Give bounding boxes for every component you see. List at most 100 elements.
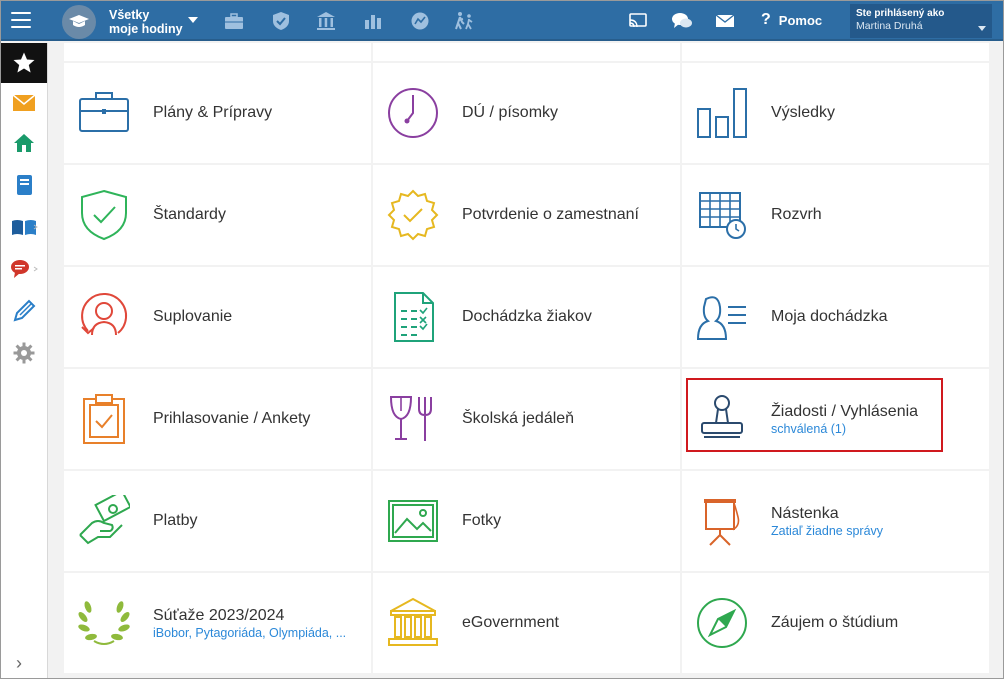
flipchart-icon [704, 499, 740, 546]
sidebar-item-favorites[interactable] [1, 43, 47, 83]
tile-photos[interactable]: Fotky [373, 471, 680, 571]
stamp-icon [701, 395, 743, 438]
tile-subtitle-link[interactable]: schválená (1) [771, 422, 918, 437]
tile-title: Prihlasovanie / Ankety [153, 410, 311, 427]
payment-hand-icon [79, 495, 130, 545]
briefcase-icon [79, 92, 129, 132]
tile-requests[interactable]: Žiadosti / Vyhlásenia schválená (1) [682, 369, 989, 469]
sidebar-item-discussions[interactable] [1, 249, 47, 289]
chat-icon[interactable] [671, 11, 692, 31]
shield-icon[interactable] [271, 11, 291, 31]
briefcase-icon[interactable] [224, 11, 244, 31]
tile-partial [64, 43, 371, 61]
tile-employment-certificate[interactable]: Potvrdenie o zamestnaní [373, 165, 680, 265]
photo-icon [388, 500, 438, 542]
logged-in-label: Ste prihlásený ako [856, 8, 945, 19]
app-frame: Všetky moje hodiny ? Pomoc Ste prihlásen… [0, 0, 1004, 679]
graduation-cap-icon[interactable] [62, 5, 96, 39]
user-name: Martina Druhá [856, 20, 923, 32]
speech-bubbles-icon [11, 260, 38, 278]
tile-results[interactable]: Výsledky [682, 63, 989, 163]
user-menu[interactable]: Ste prihlásený ako Martina Druhá [850, 4, 992, 38]
tile-plans[interactable]: Plány & Prípravy [64, 63, 371, 163]
sidebar: › [1, 43, 48, 678]
tile-subtitle: iBobor, Pytagoriáda, Olympiáda, ... [153, 625, 347, 640]
compass-icon [697, 598, 747, 648]
tile-egovernment[interactable]: eGovernment [373, 573, 680, 673]
sidebar-item-settings[interactable] [1, 333, 47, 373]
tile-title: Súťaže 2023/2024 [153, 606, 285, 624]
tile-substitution[interactable]: Suplovanie [64, 267, 371, 367]
tile-competitions[interactable]: Súťaže 2023/2024 iBobor, Pytagoriáda, Ol… [64, 573, 371, 673]
notebook-icon [17, 175, 32, 195]
star-icon [13, 52, 35, 73]
tile-title: Nástenka [771, 504, 839, 522]
bar-chart-icon [697, 88, 747, 138]
tile-registration-surveys[interactable]: Prihlasovanie / Ankety [64, 369, 371, 469]
tile-title: Moja dochádzka [771, 308, 888, 325]
home-icon [14, 134, 34, 152]
government-building-icon [388, 597, 438, 646]
class-label-line2: moje hodiny [109, 22, 183, 36]
mail-icon[interactable] [715, 11, 735, 31]
tile-title: Dochádzka žiakov [462, 308, 592, 325]
tile-study-interest[interactable]: Záujem o štúdium [682, 573, 989, 673]
sidebar-item-tools[interactable] [1, 291, 47, 331]
tile-subtitle: Zatiaľ žiadne správy [771, 523, 884, 538]
tile-canteen[interactable]: Školská jedáleň [373, 369, 680, 469]
tile-title: Rozvrh [771, 206, 822, 223]
class-selector[interactable]: Všetky moje hodiny [109, 8, 183, 36]
chevron-down-icon [978, 26, 986, 31]
gear-icon [13, 342, 35, 364]
envelope-icon [12, 94, 36, 111]
cast-screen-icon[interactable] [628, 11, 648, 31]
substitute-person-icon [81, 292, 128, 336]
scrollbar[interactable] [989, 43, 1003, 678]
tile-title: Záujem o štúdium [771, 614, 899, 631]
tile-payments[interactable]: Platby [64, 471, 371, 571]
institution-icon[interactable] [316, 11, 336, 31]
expand-sidebar-icon[interactable]: › [16, 653, 22, 674]
clipboard-check-icon [83, 394, 125, 444]
tile-title: Fotky [462, 512, 502, 529]
cutlery-icon [389, 396, 432, 441]
module-grid: Plány & Prípravy DÚ / písomky Výsledky Š… [64, 43, 989, 678]
help-label: Pomoc [778, 12, 823, 28]
tile-title: Štandardy [153, 206, 226, 223]
menu-icon[interactable] [11, 12, 31, 28]
timetable-icon [699, 192, 746, 239]
laurel-wreath-icon [78, 601, 130, 645]
walking-people-icon[interactable] [453, 11, 473, 31]
question-icon: ? [761, 11, 771, 28]
tile-student-attendance[interactable]: Dochádzka žiakov [373, 267, 680, 367]
tile-title: Potvrdenie o zamestnaní [462, 206, 639, 223]
tile-homework[interactable]: DÚ / písomky [373, 63, 680, 163]
tile-title: DÚ / písomky [462, 104, 559, 121]
tile-partial [682, 43, 989, 61]
clock-icon [388, 88, 438, 138]
person-list-icon [696, 296, 746, 340]
tile-title: Suplovanie [153, 308, 233, 325]
chevron-down-icon[interactable] [188, 17, 198, 23]
sidebar-item-books[interactable] [1, 207, 47, 247]
tile-title: eGovernment [462, 614, 559, 631]
class-label-line1: Všetky [109, 8, 150, 22]
tile-partial [373, 43, 680, 61]
sidebar-item-home[interactable] [1, 123, 47, 163]
chart-circle-icon[interactable] [410, 11, 430, 31]
tile-title: Platby [153, 512, 198, 529]
sidebar-item-messages[interactable] [1, 83, 47, 123]
bar-chart-icon[interactable] [363, 11, 383, 31]
tile-noticeboard[interactable]: Nástenka Zatiaľ žiadne správy [682, 471, 989, 571]
tile-my-attendance[interactable]: Moja dochádzka [682, 267, 989, 367]
open-book-icon [12, 220, 38, 235]
tile-standards[interactable]: Štandardy [64, 165, 371, 265]
tile-timetable[interactable]: Rozvrh [682, 165, 989, 265]
help-button[interactable]: ? Pomoc [761, 11, 822, 29]
attendance-sheet-icon [394, 292, 434, 342]
sidebar-item-notebook[interactable] [1, 165, 47, 205]
tile-title: Výsledky [771, 104, 836, 121]
pencil-icon [13, 299, 36, 322]
tile-title: Plány & Prípravy [153, 104, 273, 121]
certificate-seal-icon [387, 189, 439, 241]
